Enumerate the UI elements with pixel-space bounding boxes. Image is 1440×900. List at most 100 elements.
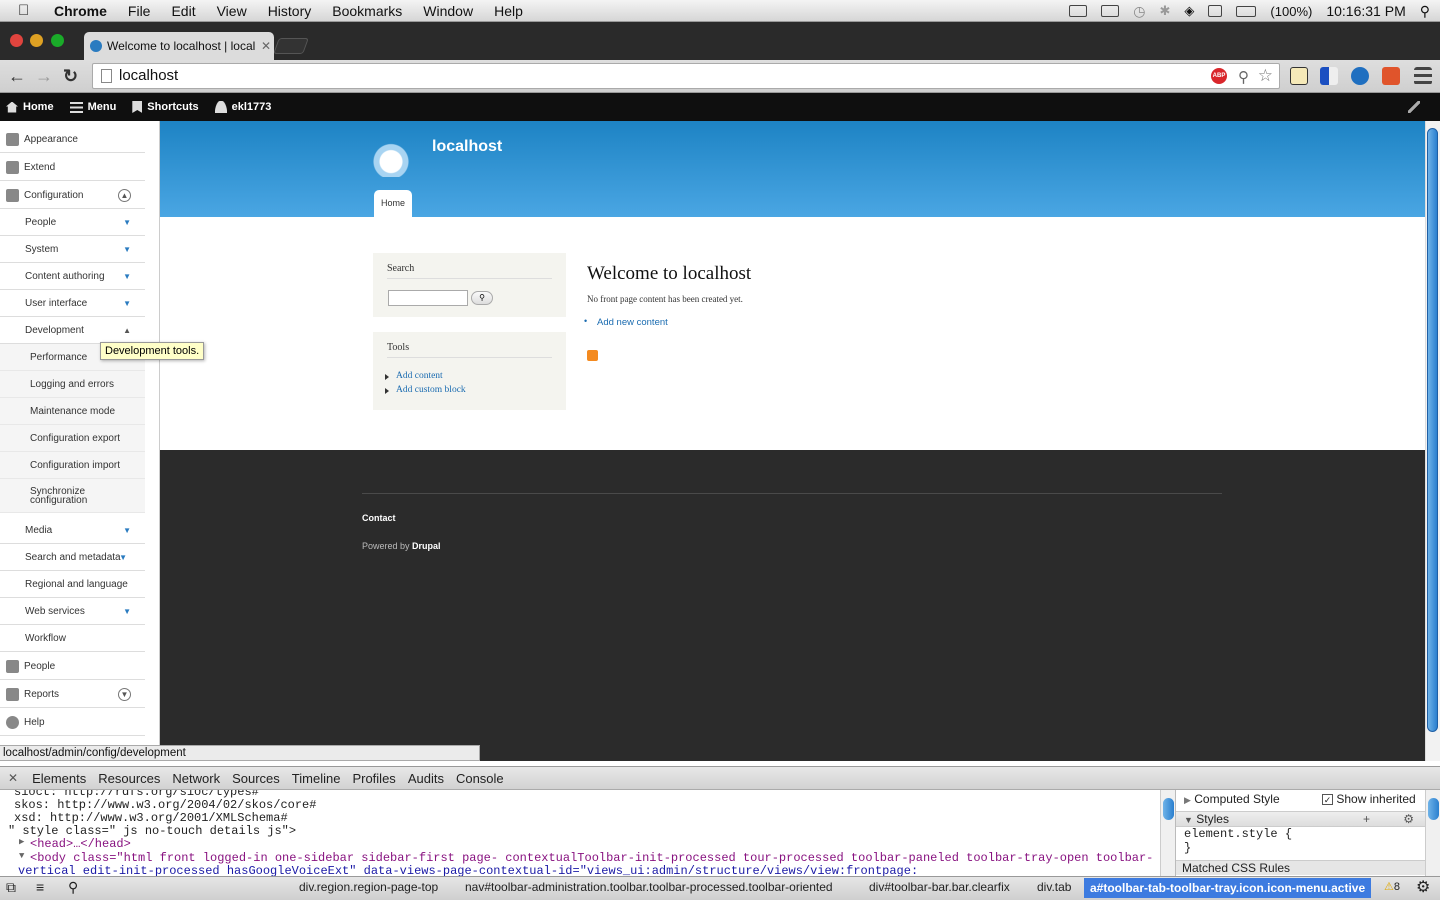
- battery-icon[interactable]: [1236, 5, 1257, 17]
- search-input[interactable]: [388, 290, 468, 306]
- expand-icon[interactable]: ▼: [123, 218, 131, 227]
- dom-line[interactable]: vertical edit-init-processed hasGoogleVo…: [18, 864, 918, 876]
- collapse-icon[interactable]: ▲: [118, 188, 131, 202]
- input-menu-icon[interactable]: [1208, 5, 1223, 17]
- search-button[interactable]: ⚲: [471, 291, 493, 305]
- add-rule-icon[interactable]: +: [1363, 812, 1370, 826]
- clock[interactable]: 10:16:31 PM: [1326, 3, 1405, 19]
- drupal-logo-icon[interactable]: [372, 133, 410, 177]
- menu-help[interactable]: Help: [494, 3, 523, 19]
- extension-chat-icon[interactable]: [1351, 67, 1369, 85]
- reload-icon[interactable]: ↻: [63, 66, 78, 87]
- add-custom-block-link[interactable]: Add custom block: [396, 385, 466, 395]
- menu-bookmarks[interactable]: Bookmarks: [332, 3, 402, 19]
- expand-icon[interactable]: ▼: [123, 245, 131, 254]
- sidebar-item-development[interactable]: Development ▲: [0, 317, 145, 344]
- sidebar-item-maintenance[interactable]: Maintenance mode: [0, 398, 145, 425]
- apple-icon[interactable]: : [18, 2, 36, 19]
- element-style-rule[interactable]: element.style {: [1184, 827, 1292, 841]
- menu-app-chrome[interactable]: Chrome: [54, 3, 107, 19]
- chrome-menu-icon[interactable]: [1414, 67, 1432, 85]
- expand-icon[interactable]: ▼: [123, 607, 131, 616]
- dock-icon[interactable]: ⧉: [6, 879, 16, 896]
- dom-line[interactable]: xsd: http://www.w3.org/2001/XMLSchema#: [14, 811, 288, 825]
- close-window-button[interactable]: [10, 34, 23, 47]
- disclosure-right-icon[interactable]: ▶: [19, 837, 24, 847]
- sidebar-item-workflow[interactable]: Workflow: [0, 625, 145, 652]
- styles-scrollbar-thumb[interactable]: [1428, 798, 1439, 820]
- disclosure-down-icon[interactable]: ▼: [19, 851, 24, 861]
- breadcrumb-item[interactable]: nav#toolbar-administration.toolbar.toolb…: [461, 880, 837, 894]
- menu-view[interactable]: View: [217, 3, 247, 19]
- tab-sources[interactable]: Sources: [232, 771, 280, 786]
- browser-tab[interactable]: Welcome to localhost | localhost ✕: [84, 32, 274, 60]
- zoom-window-button[interactable]: [51, 34, 64, 47]
- address-bar[interactable]: localhost ABP ⚲ ☆: [92, 63, 1280, 89]
- expand-icon[interactable]: ▼: [123, 526, 131, 535]
- collapse-icon[interactable]: ▲: [123, 326, 131, 335]
- add-content-link[interactable]: Add content: [396, 371, 443, 381]
- tab-console[interactable]: Console: [456, 771, 504, 786]
- rss-feed-icon[interactable]: [587, 350, 598, 361]
- tab-timeline[interactable]: Timeline: [292, 771, 341, 786]
- tab-audits[interactable]: Audits: [408, 771, 444, 786]
- forward-icon[interactable]: →: [35, 66, 53, 87]
- computed-style-header[interactable]: ▶ Computed Style: [1184, 792, 1280, 806]
- warnings-badge[interactable]: ⚠8: [1384, 880, 1400, 893]
- mail-icon[interactable]: [1069, 5, 1088, 17]
- sidebar-item-system[interactable]: System ▼: [0, 236, 145, 263]
- time-machine-icon[interactable]: ◷: [1133, 3, 1145, 20]
- expand-icon[interactable]: ▼: [123, 272, 131, 281]
- breadcrumb-item-selected[interactable]: a#toolbar-tab-toolbar-tray.icon.icon-men…: [1084, 878, 1372, 898]
- drupal-link[interactable]: Drupal: [412, 541, 441, 551]
- expand-icon[interactable]: ▼: [118, 687, 131, 701]
- expand-icon[interactable]: ▼: [123, 299, 131, 308]
- console-drawer-icon[interactable]: ≡: [36, 879, 44, 895]
- expand-icon[interactable]: ▼: [119, 553, 127, 562]
- breadcrumb-item[interactable]: div.tab: [1033, 880, 1075, 894]
- add-new-content-link[interactable]: Add new content: [597, 317, 668, 328]
- sidebar-item-help[interactable]: Help: [0, 709, 145, 736]
- sidebar-item-people-config[interactable]: People ▼: [0, 209, 145, 236]
- close-tab-icon[interactable]: ✕: [261, 39, 271, 53]
- tab-network[interactable]: Network: [172, 771, 220, 786]
- edit-pencil-icon[interactable]: [1408, 101, 1420, 113]
- styles-header[interactable]: ▼ Styles + ⚙: [1176, 811, 1426, 827]
- bluetooth-icon[interactable]: ✱: [1160, 3, 1171, 19]
- sidebar-item-sync-config[interactable]: Synchronize configuration: [0, 479, 145, 513]
- close-devtools-icon[interactable]: ✕: [8, 771, 18, 785]
- sidebar-item-web-services[interactable]: Web services ▼: [0, 598, 145, 625]
- menu-window[interactable]: Window: [423, 3, 473, 19]
- wifi-icon[interactable]: ◈: [1184, 3, 1194, 19]
- extension-b-icon[interactable]: [1382, 67, 1400, 85]
- extension-grid-icon[interactable]: [1320, 67, 1338, 85]
- sidebar-item-content-authoring[interactable]: Content authoring ▼: [0, 263, 145, 290]
- menu-history[interactable]: History: [268, 3, 312, 19]
- minimize-window-button[interactable]: [30, 34, 43, 47]
- adblock-icon[interactable]: ABP: [1211, 68, 1227, 84]
- sidebar-item-media[interactable]: Media ▼: [0, 517, 145, 544]
- elements-panel[interactable]: sioct: http://rdfs.org/sioc/types# skos:…: [0, 790, 1160, 876]
- tab-home[interactable]: Home: [374, 190, 412, 217]
- back-icon[interactable]: ←: [8, 66, 26, 87]
- sidebar-item-logging[interactable]: Logging and errors: [0, 371, 145, 398]
- menu-edit[interactable]: Edit: [171, 3, 195, 19]
- toolbar-home[interactable]: Home: [0, 93, 64, 121]
- new-tab-button[interactable]: [273, 38, 309, 54]
- bookmark-star-icon[interactable]: ☆: [1258, 64, 1273, 88]
- sidebar-item-configuration[interactable]: Configuration ▲: [0, 182, 145, 209]
- sidebar-item-extend[interactable]: Extend: [0, 154, 145, 181]
- sidebar-item-regional[interactable]: Regional and language: [0, 571, 145, 598]
- dom-line-body[interactable]: <body class="html front logged-in one-si…: [30, 851, 1153, 865]
- zoom-icon[interactable]: ⚲: [1238, 66, 1249, 90]
- extension-l-icon[interactable]: [1290, 67, 1308, 85]
- display-icon[interactable]: [1101, 5, 1120, 17]
- settings-gear-icon[interactable]: ⚙: [1403, 812, 1414, 826]
- matched-css-rules[interactable]: Matched CSS Rules: [1176, 860, 1426, 875]
- show-inherited-checkbox[interactable]: ✓ Show inherited: [1322, 792, 1416, 806]
- page-scrollbar-thumb[interactable]: [1427, 128, 1438, 732]
- toolbar-shortcuts[interactable]: Shortcuts: [126, 93, 208, 121]
- dom-line[interactable]: skos: http://www.w3.org/2004/02/skos/cor…: [14, 798, 316, 812]
- tab-profiles[interactable]: Profiles: [352, 771, 395, 786]
- breadcrumb-item[interactable]: div#toolbar-bar.bar.clearfix: [865, 880, 1014, 894]
